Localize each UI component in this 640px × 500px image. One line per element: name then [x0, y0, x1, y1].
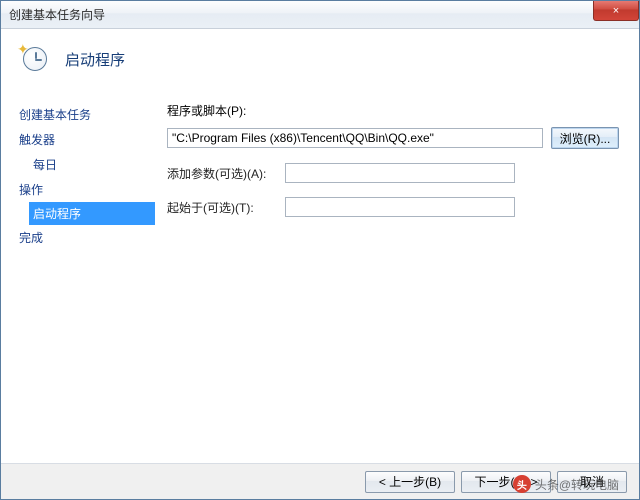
- page-title: 启动程序: [65, 49, 125, 70]
- step-finish[interactable]: 完成: [19, 225, 161, 250]
- step-trigger[interactable]: 触发器: [19, 127, 161, 152]
- form-area: 程序或脚本(P): 浏览(R)... 添加参数(可选)(A): 起始于(可选)(…: [161, 96, 639, 463]
- args-label: 添加参数(可选)(A):: [167, 165, 277, 182]
- wizard-body: 创建基本任务 触发器 每日 操作 启动程序 完成 程序或脚本(P): 浏览(R)…: [1, 95, 639, 463]
- startin-input[interactable]: [285, 197, 515, 217]
- program-row: 浏览(R)...: [167, 127, 619, 149]
- content-area: ✦ 启动程序 创建基本任务 触发器 每日 操作 启动程序 完成 程序或脚本(P)…: [1, 29, 639, 463]
- step-start-program[interactable]: 启动程序: [29, 202, 155, 225]
- wizard-steps: 创建基本任务 触发器 每日 操作 启动程序 完成: [1, 96, 161, 463]
- wizard-footer: < 上一步(B) 下一步(N) > 取消 头 头条@转玩电脑: [1, 463, 639, 499]
- program-label: 程序或脚本(P):: [167, 102, 619, 119]
- args-row: 添加参数(可选)(A):: [167, 163, 619, 183]
- back-button[interactable]: < 上一步(B): [365, 471, 455, 493]
- step-daily[interactable]: 每日: [19, 152, 161, 177]
- cancel-button[interactable]: 取消: [557, 471, 627, 493]
- args-input[interactable]: [285, 163, 515, 183]
- startin-label: 起始于(可选)(T):: [167, 199, 277, 216]
- close-icon: ×: [613, 5, 619, 17]
- step-create-task[interactable]: 创建基本任务: [19, 102, 161, 127]
- next-button[interactable]: 下一步(N) >: [461, 471, 551, 493]
- step-action[interactable]: 操作: [19, 177, 161, 202]
- program-input[interactable]: [167, 128, 543, 148]
- startin-row: 起始于(可选)(T):: [167, 197, 619, 217]
- window-title: 创建基本任务向导: [9, 6, 105, 23]
- clock-icon: ✦: [19, 43, 51, 75]
- close-button[interactable]: ×: [593, 1, 639, 21]
- titlebar: 创建基本任务向导 ×: [1, 1, 639, 29]
- wizard-header: ✦ 启动程序: [1, 29, 639, 95]
- browse-button[interactable]: 浏览(R)...: [551, 127, 619, 149]
